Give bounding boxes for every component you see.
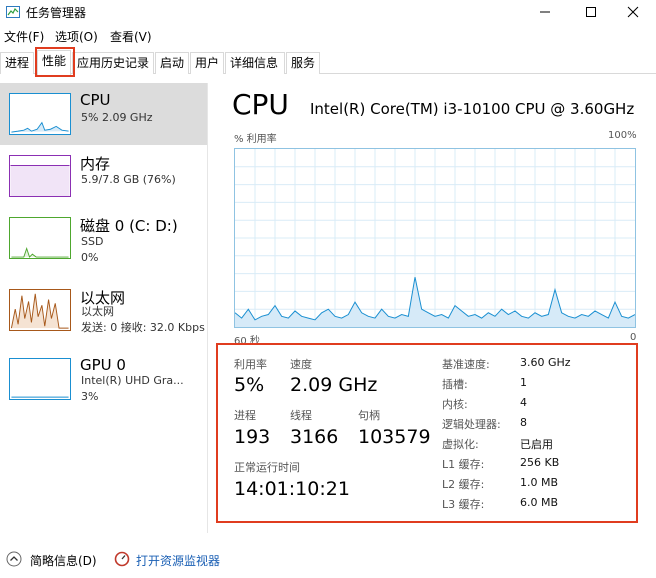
- task-manager-icon: [6, 6, 20, 18]
- resource-sub: 5.9/7.8 GB (76%): [81, 173, 176, 186]
- detail-label: 逻辑处理器:: [442, 418, 501, 431]
- tab-bar: 进程 性能 应用历史记录 启动 用户 详细信息 服务: [0, 50, 656, 75]
- menu-bar: 文件(F) 选项(O) 查看(V): [0, 26, 656, 46]
- utilization-value: 5%: [234, 374, 265, 396]
- detail-label: 内核:: [442, 398, 468, 411]
- threads-value: 3166: [290, 426, 339, 448]
- resource-cpu[interactable]: CPU 5% 2.09 GHz: [0, 83, 207, 145]
- tab-details[interactable]: 详细信息: [225, 52, 285, 74]
- cpu-model: Intel(R) Core(TM) i3-10100 CPU @ 3.60GHz: [310, 100, 635, 118]
- minimize-icon: [540, 11, 550, 13]
- resource-sub: 5% 2.09 GHz: [81, 111, 153, 124]
- detail-value: 4: [520, 396, 527, 409]
- resource-sub: Intel(R) UHD Gra...: [81, 374, 184, 387]
- collapse-chevron-icon[interactable]: [6, 551, 22, 567]
- close-icon: [627, 6, 639, 18]
- uptime-label: 正常运行时间: [234, 461, 300, 474]
- chart-y-label: % 利用率: [234, 134, 277, 145]
- title-bar: 任务管理器: [0, 0, 656, 24]
- menu-options[interactable]: 选项(O): [55, 28, 98, 45]
- resource-list: CPU 5% 2.09 GHz 内存 5.9/7.8 GB (76%) 磁盘 0…: [0, 83, 207, 541]
- minimize-button[interactable]: [522, 0, 568, 24]
- resource-name: 磁盘 0 (C: D:): [80, 217, 178, 235]
- detail-value: 8: [520, 416, 527, 429]
- threads-label: 线程: [290, 409, 312, 422]
- resource-ethernet[interactable]: 以太网 以太网 发送: 0 接收: 32.0 Kbps: [0, 279, 207, 341]
- handles-label: 句柄: [358, 409, 380, 422]
- gpu-thumbnail: [9, 358, 71, 400]
- tab-services[interactable]: 服务: [286, 52, 320, 74]
- resource-name: CPU: [80, 91, 111, 109]
- tab-app-history[interactable]: 应用历史记录: [72, 52, 154, 74]
- tab-startup[interactable]: 启动: [155, 52, 189, 74]
- detail-label: 基准速度:: [442, 358, 490, 371]
- detail-value: 已启用: [520, 438, 553, 451]
- detail-value: 3.60 GHz: [520, 356, 571, 369]
- ethernet-thumbnail: [9, 289, 71, 331]
- resource-sub: 以太网: [81, 305, 114, 318]
- memory-thumbnail: [9, 155, 71, 197]
- tab-performance[interactable]: 性能: [37, 50, 71, 75]
- handles-value: 103579: [358, 426, 431, 448]
- maximize-icon: [586, 7, 596, 17]
- detail-label: L1 缓存:: [442, 458, 485, 471]
- close-button[interactable]: [610, 0, 656, 24]
- detail-value: 256 KB: [520, 456, 560, 469]
- fewer-details-link[interactable]: 简略信息(D): [30, 552, 97, 569]
- resource-sub: SSD: [81, 235, 104, 248]
- detail-value: 1: [520, 376, 527, 389]
- resource-monitor-icon: [114, 551, 130, 567]
- cpu-utilization-chart: [234, 148, 636, 328]
- chart-y-max: 100%: [608, 130, 637, 141]
- chart-x-end: 0: [630, 332, 637, 343]
- resource-name: GPU 0: [80, 356, 126, 374]
- detail-label: 虚拟化:: [442, 438, 479, 451]
- resource-name: 内存: [80, 155, 111, 173]
- footer-bar: 简略信息(D) 打开资源监视器: [0, 542, 656, 578]
- resource-disk[interactable]: 磁盘 0 (C: D:) SSD 0%: [0, 207, 207, 269]
- resource-gpu[interactable]: GPU 0 Intel(R) UHD Gra... 3%: [0, 348, 207, 410]
- resource-sub: 3%: [81, 390, 99, 403]
- resource-sub: 0%: [81, 251, 99, 264]
- detail-label: L2 缓存:: [442, 478, 485, 491]
- open-resource-monitor-link[interactable]: 打开资源监视器: [136, 552, 220, 569]
- speed-label: 速度: [290, 358, 312, 371]
- processes-value: 193: [234, 426, 271, 448]
- resource-memory[interactable]: 内存 5.9/7.8 GB (76%): [0, 145, 207, 207]
- maximize-button[interactable]: [568, 0, 614, 24]
- cpu-thumbnail: [9, 93, 71, 135]
- speed-value: 2.09 GHz: [290, 374, 378, 396]
- panel-divider: [207, 83, 208, 533]
- tab-users[interactable]: 用户: [190, 52, 224, 74]
- window-title: 任务管理器: [26, 6, 87, 20]
- detail-value: 1.0 MB: [520, 476, 559, 489]
- utilization-label: 利用率: [234, 358, 267, 371]
- detail-label: L3 缓存:: [442, 498, 485, 511]
- menu-file[interactable]: 文件(F): [4, 28, 44, 45]
- page-title: CPU: [232, 88, 289, 121]
- resource-sub: 发送: 0 接收: 32.0 Kbps: [81, 321, 205, 334]
- detail-label: 插槽:: [442, 378, 468, 391]
- uptime-value: 14:01:10:21: [234, 478, 350, 500]
- disk-thumbnail: [9, 217, 71, 259]
- processes-label: 进程: [234, 409, 256, 422]
- detail-value: 6.0 MB: [520, 496, 559, 509]
- tab-processes[interactable]: 进程: [0, 52, 34, 74]
- menu-view[interactable]: 查看(V): [110, 28, 152, 45]
